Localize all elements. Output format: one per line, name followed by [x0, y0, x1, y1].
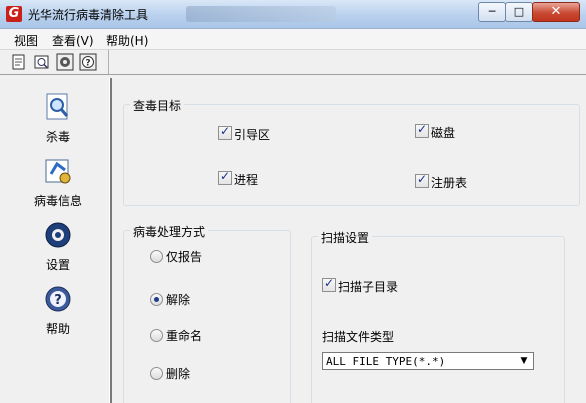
target-boot-label: 引导区	[234, 128, 271, 142]
menu-check[interactable]: 查看(V)	[52, 32, 94, 49]
file-new-icon[interactable]	[10, 53, 28, 71]
main-panel: 查毒目标 引导区 磁盘 进程 注册表 病毒处理方式 仅报告 解除 重命名 删除 …	[113, 78, 586, 403]
help-icon: ?	[43, 284, 73, 314]
scan-subdirs-label: 扫描子目录	[338, 280, 399, 294]
file-type-value: ALL FILE TYPE(*.*)	[326, 355, 446, 368]
svg-text:?: ?	[85, 59, 90, 69]
settings-gear-icon	[43, 220, 73, 250]
scan-file-type-label: 扫描文件类型	[322, 330, 395, 344]
window-title: 光华流行病毒清除工具	[28, 8, 149, 22]
target-registry-label: 注册表	[431, 176, 468, 190]
handling-delete-radio[interactable]	[150, 367, 163, 380]
sidebar-item-virus-info[interactable]: 病毒信息	[6, 156, 110, 208]
sidebar-item-kill[interactable]: 杀毒	[6, 92, 110, 144]
target-boot-checkbox[interactable]	[218, 124, 232, 140]
scan-magnifier-icon	[43, 92, 73, 122]
target-process-label: 进程	[234, 173, 259, 187]
handling-disinfect-label: 解除	[166, 293, 191, 307]
title-bar-blur	[186, 6, 336, 22]
target-process-checkbox[interactable]	[218, 169, 232, 185]
menu-help[interactable]: 帮助(H)	[106, 32, 148, 49]
virus-handling-title: 病毒处理方式	[130, 223, 209, 240]
handling-rename-radio[interactable]	[150, 329, 163, 342]
open-icon[interactable]	[33, 53, 51, 71]
close-button[interactable]: ✕	[532, 2, 580, 22]
sidebar: 杀毒 病毒信息 设置 ? 帮助	[6, 78, 112, 403]
file-type-select[interactable]: ALL FILE TYPE(*.*) ▼	[322, 352, 534, 370]
target-registry-checkbox[interactable]	[415, 172, 429, 188]
handling-disinfect-radio[interactable]	[150, 293, 163, 306]
chevron-down-icon: ▼	[520, 356, 528, 366]
scan-subdirs-checkbox[interactable]	[322, 276, 336, 292]
title-bar: G 光华流行病毒清除工具 ─ □ ✕	[0, 0, 586, 29]
app-logo-icon: G	[6, 6, 22, 22]
virus-info-icon	[43, 156, 73, 186]
scan-targets-title: 查毒目标	[130, 97, 185, 114]
help-icon[interactable]: ?	[79, 53, 97, 71]
target-disk-checkbox[interactable]	[415, 122, 429, 138]
virus-handling-group: 病毒处理方式 仅报告 解除 重命名 删除	[123, 223, 291, 403]
target-disk-label: 磁盘	[431, 126, 456, 140]
maximize-button[interactable]: □	[505, 2, 533, 22]
svg-text:?: ?	[54, 293, 62, 308]
menu-bar: 视图 查看(V) 帮助(H)	[0, 29, 586, 50]
scan-settings-title: 扫描设置	[318, 229, 373, 246]
app-window: G 光华流行病毒清除工具 ─ □ ✕ 视图 查看(V) 帮助(H) ? 杀毒 病…	[0, 0, 586, 403]
scan-targets-group: 查毒目标 引导区 磁盘 进程 注册表	[123, 97, 580, 206]
settings-icon[interactable]	[56, 53, 74, 71]
handling-report-only-label: 仅报告	[166, 250, 203, 264]
minimize-button[interactable]: ─	[478, 2, 506, 22]
sidebar-item-settings[interactable]: 设置	[6, 220, 110, 272]
sidebar-item-help[interactable]: ? 帮助	[6, 284, 110, 336]
toolbar-separator	[108, 50, 109, 74]
scan-settings-group: 扫描设置 扫描子目录 扫描文件类型 ALL FILE TYPE(*.*) ▼	[311, 229, 565, 403]
handling-report-only-radio[interactable]	[150, 250, 163, 263]
toolbar: ?	[0, 50, 586, 75]
handling-rename-label: 重命名	[166, 329, 203, 343]
handling-delete-label: 删除	[166, 367, 191, 381]
menu-view[interactable]: 视图	[14, 32, 38, 49]
